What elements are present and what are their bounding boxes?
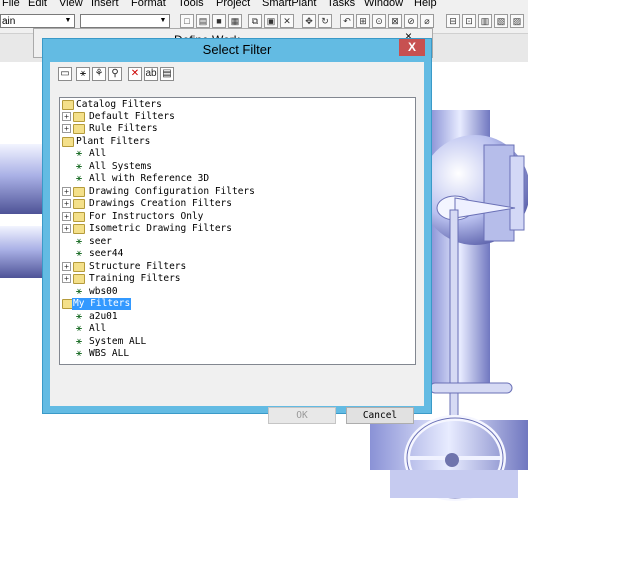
- new-icon[interactable]: □: [180, 14, 194, 28]
- print-icon[interactable]: ▦: [228, 14, 242, 28]
- filter-combo[interactable]: ▼: [80, 14, 170, 28]
- tool-icon[interactable]: ⌀: [420, 14, 434, 28]
- expand-icon[interactable]: +: [62, 112, 71, 121]
- paste-icon[interactable]: ▣: [264, 14, 278, 28]
- workspace-combo[interactable]: ain ▼: [0, 14, 75, 28]
- workspace-combo-value: ain: [2, 16, 16, 27]
- menu-window[interactable]: Window: [364, 0, 403, 9]
- filter-tree[interactable]: Catalog Filters + Default Filters + Rule…: [59, 97, 416, 365]
- folder-icon: [73, 224, 85, 234]
- menu-insert[interactable]: Insert: [91, 0, 119, 9]
- expand-icon[interactable]: +: [62, 187, 71, 196]
- expand-icon[interactable]: +: [62, 274, 71, 283]
- expand-icon[interactable]: +: [62, 262, 71, 271]
- rotate-icon[interactable]: ↻: [318, 14, 332, 28]
- filter-icon: ⚹: [76, 336, 82, 347]
- menu-bar: File Edit View Insert Format Tools Proje…: [0, 0, 528, 11]
- chevron-down-icon: ▼: [64, 17, 72, 24]
- copy-icon[interactable]: ⧉: [248, 14, 262, 28]
- tool-icon[interactable]: ▧: [494, 14, 508, 28]
- folder-icon: [73, 112, 85, 122]
- folder-icon: [73, 199, 85, 209]
- filter-icon: ⚹: [76, 311, 82, 322]
- properties-icon[interactable]: ▤: [160, 67, 174, 81]
- menu-help[interactable]: Help: [414, 0, 437, 9]
- folder-icon: [73, 212, 85, 222]
- dialog-body: ▭ ⚹ ⚘ ⚲ ✕ ab ▤ Catalog Filters + Default…: [50, 62, 424, 424]
- tool-icon[interactable]: ⊠: [388, 14, 402, 28]
- expand-icon[interactable]: +: [62, 124, 71, 133]
- filter-icon: ⚹: [76, 161, 82, 172]
- close-button[interactable]: X: [399, 39, 425, 56]
- new-folder-icon[interactable]: ▭: [58, 67, 72, 81]
- filter-icon: ⚹: [76, 286, 82, 297]
- folder-icon: [73, 187, 85, 197]
- tool-icon[interactable]: ▨: [510, 14, 524, 28]
- dialog-title: Select Filter: [202, 42, 272, 57]
- ok-button[interactable]: OK: [268, 407, 336, 424]
- folder-open-icon: [62, 100, 74, 110]
- tool-icon[interactable]: ⊘: [404, 14, 418, 28]
- expand-icon[interactable]: +: [62, 212, 71, 221]
- menu-format[interactable]: Format: [131, 0, 166, 9]
- view-icon[interactable]: ⊙: [372, 14, 386, 28]
- tool-icon[interactable]: ▥: [478, 14, 492, 28]
- rename-icon[interactable]: ab: [144, 67, 158, 81]
- menu-project[interactable]: Project: [216, 0, 250, 9]
- folder-icon: [73, 262, 85, 272]
- measure-icon[interactable]: ⊞: [356, 14, 370, 28]
- tool-icon[interactable]: ⊡: [462, 14, 476, 28]
- tool-icon[interactable]: ⊟: [446, 14, 460, 28]
- filter-icon: ⚹: [76, 236, 82, 247]
- menu-smartplant[interactable]: SmartPlant: [262, 0, 316, 9]
- new-filter-icon[interactable]: ⚹: [76, 67, 90, 81]
- filter-icon: ⚹: [76, 323, 82, 334]
- undo-icon[interactable]: ↶: [340, 14, 354, 28]
- open-icon[interactable]: ▤: [196, 14, 210, 28]
- move-icon[interactable]: ✥: [302, 14, 316, 28]
- folder-icon: [73, 274, 85, 284]
- filter-icon: ⚹: [76, 173, 82, 184]
- folder-open-icon: [62, 137, 74, 147]
- delete-icon[interactable]: ✕: [280, 14, 294, 28]
- filter-icon: ⚹: [76, 148, 82, 159]
- save-icon[interactable]: ■: [212, 14, 226, 28]
- new-compound-filter-icon[interactable]: ⚲: [108, 67, 122, 81]
- new-asking-filter-icon[interactable]: ⚘: [92, 67, 106, 81]
- menu-tools[interactable]: Tools: [178, 0, 204, 9]
- expand-icon[interactable]: +: [62, 199, 71, 208]
- menu-tasks[interactable]: Tasks: [327, 0, 355, 9]
- select-filter-dialog: Select Filter X ▭ ⚹ ⚘ ⚲ ✕ ab ▤ Catalog F…: [42, 38, 432, 424]
- chevron-down-icon: ▼: [159, 17, 167, 24]
- menu-view[interactable]: View: [59, 0, 83, 9]
- folder-icon: [73, 124, 85, 134]
- menu-file[interactable]: File: [2, 0, 20, 9]
- filter-icon: ⚹: [76, 348, 82, 359]
- cancel-button[interactable]: Cancel: [346, 407, 414, 424]
- expand-icon[interactable]: +: [62, 224, 71, 233]
- menu-edit[interactable]: Edit: [28, 0, 47, 9]
- delete-icon[interactable]: ✕: [128, 67, 142, 81]
- filter-icon: ⚹: [76, 248, 82, 259]
